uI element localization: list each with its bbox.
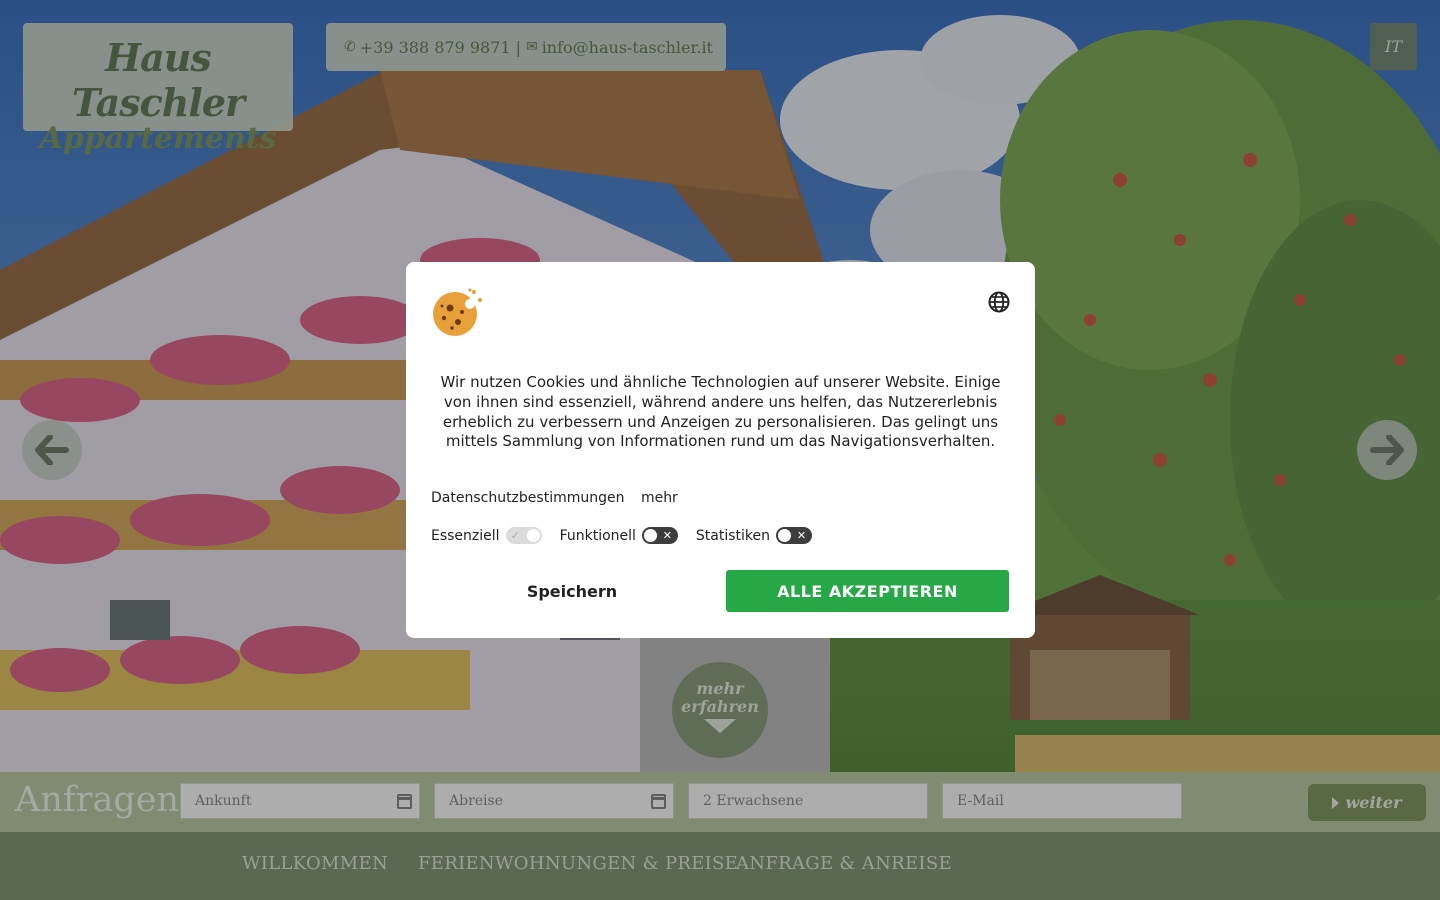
- cookie-consent-dialog: Wir nutzen Cookies und ähnliche Technolo…: [406, 262, 1035, 638]
- toggle-essenziell-group: Essenziell ✓: [431, 527, 542, 544]
- toggle-statistiken[interactable]: ✕: [776, 527, 813, 544]
- close-icon: ✕: [796, 529, 807, 542]
- globe-language-icon[interactable]: [987, 290, 1011, 314]
- toggle-statistiken-label: Statistiken: [695, 527, 771, 544]
- accept-all-button[interactable]: ALLE AKZEPTIEREN: [726, 570, 1009, 612]
- more-info-link[interactable]: mehr: [641, 490, 678, 506]
- save-button[interactable]: Speichern: [430, 570, 714, 612]
- toggle-essenziell-label: Essenziell: [431, 527, 500, 544]
- toggle-knob: [643, 529, 657, 542]
- toggle-essenziell: ✓: [505, 527, 542, 544]
- check-icon: ✓: [510, 529, 520, 542]
- toggle-statistiken-group: Statistiken ✕: [695, 527, 813, 544]
- toggle-knob: [526, 529, 540, 542]
- cookie-links: Datenschutzbestimmungen mehr: [431, 490, 690, 506]
- toggle-funktionell-label: Funktionell: [559, 527, 636, 544]
- toggle-funktionell[interactable]: ✕: [641, 527, 678, 544]
- cookie-description: Wir nutzen Cookies und ähnliche Technolo…: [440, 373, 1001, 451]
- toggle-knob: [778, 529, 792, 542]
- cookie-category-toggles: Essenziell ✓ Funktionell ✕ Statistiken ✕: [431, 527, 830, 544]
- privacy-policy-link[interactable]: Datenschutzbestimmungen: [431, 490, 624, 506]
- close-icon: ✕: [662, 529, 672, 542]
- cookie-icon: [433, 288, 482, 336]
- toggle-funktionell-group: Funktionell ✕: [560, 527, 678, 544]
